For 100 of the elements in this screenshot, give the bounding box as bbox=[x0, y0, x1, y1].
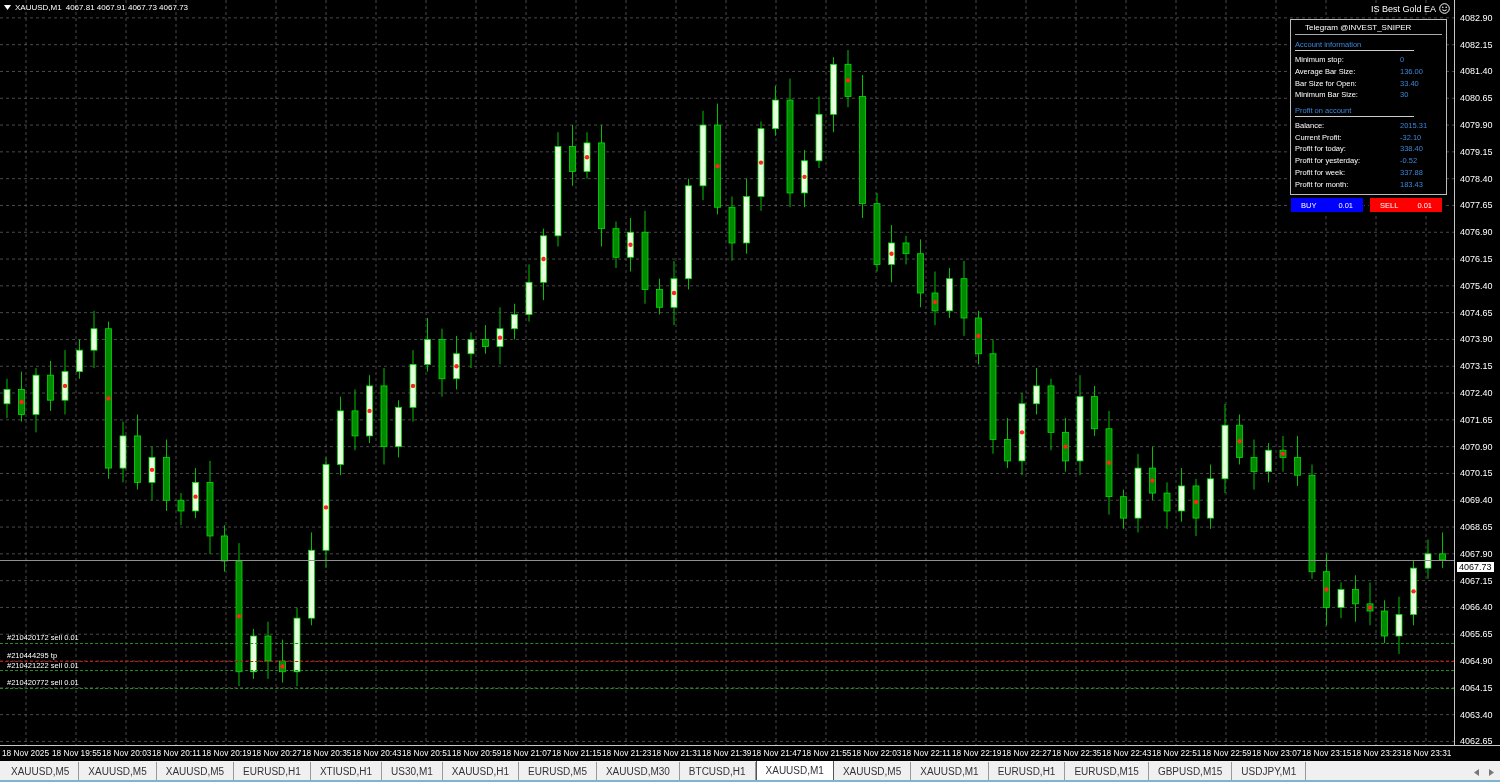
candle bbox=[612, 221, 620, 269]
time-label: 18 Nov 22:59 bbox=[1202, 748, 1252, 758]
time-label: 18 Nov 22:43 bbox=[1102, 748, 1152, 758]
price-label: 4066.40 bbox=[1460, 601, 1493, 614]
price-label: 4074.65 bbox=[1460, 306, 1493, 319]
candle bbox=[1163, 481, 1171, 530]
time-label: 18 Nov 21:23 bbox=[602, 748, 652, 758]
candle bbox=[119, 421, 127, 483]
candle bbox=[525, 263, 533, 323]
price-label: 4081.40 bbox=[1460, 65, 1493, 78]
price-label: 4078.40 bbox=[1460, 172, 1493, 185]
time-label: 18 Nov 19:55 bbox=[52, 748, 102, 758]
ohlc-values: 4067.81 4067.91 4067.73 4067.73 bbox=[65, 3, 189, 12]
candle bbox=[656, 278, 663, 315]
time-label: 18 Nov 21:55 bbox=[802, 748, 852, 758]
candle bbox=[1033, 367, 1040, 415]
price-label: 4067.15 bbox=[1460, 574, 1493, 587]
price-label: 4065.65 bbox=[1460, 628, 1493, 641]
price-label: 4076.90 bbox=[1460, 226, 1493, 239]
time-label: 18 Nov 21:07 bbox=[502, 748, 552, 758]
candle bbox=[1207, 464, 1214, 530]
expert-name: IS Best Gold EA bbox=[1370, 3, 1436, 14]
time-label: 18 Nov 21:31 bbox=[652, 748, 702, 758]
candle bbox=[627, 217, 634, 273]
time-label: 18 Nov 21:47 bbox=[752, 748, 802, 758]
candle bbox=[1250, 439, 1258, 490]
candle bbox=[902, 235, 910, 265]
candle bbox=[453, 335, 460, 390]
candle bbox=[467, 331, 475, 369]
candle bbox=[177, 492, 185, 526]
candle bbox=[61, 349, 69, 415]
candle bbox=[250, 628, 257, 680]
price-label: 4069.40 bbox=[1460, 494, 1493, 507]
time-label: 18 Nov 23:31 bbox=[1402, 748, 1452, 758]
candle bbox=[772, 85, 779, 137]
scroll-left-icon[interactable] bbox=[1474, 769, 1479, 776]
time-label: 18 Nov 2025 bbox=[2, 748, 50, 758]
current-price: 4067.73 bbox=[1457, 561, 1494, 572]
price-label: 4068.65 bbox=[1460, 521, 1493, 534]
candle bbox=[931, 271, 939, 326]
candle bbox=[366, 374, 373, 444]
price-label: 4072.40 bbox=[1460, 387, 1493, 400]
candle bbox=[1337, 581, 1345, 619]
panel-header: Telegram @INVEST_SNIPER bbox=[1295, 22, 1442, 35]
candle bbox=[47, 360, 54, 412]
price-label: 4073.15 bbox=[1460, 360, 1493, 373]
candle bbox=[670, 260, 678, 326]
price-label: 4079.15 bbox=[1460, 145, 1493, 158]
candle bbox=[192, 467, 199, 519]
price-label: 4063.40 bbox=[1460, 708, 1493, 721]
smiley-icon[interactable] bbox=[1439, 3, 1450, 14]
candle bbox=[844, 49, 852, 108]
time-label: 18 Nov 20:19 bbox=[202, 748, 252, 758]
candle bbox=[3, 378, 11, 419]
candle bbox=[221, 524, 228, 573]
price-label: 4062.65 bbox=[1460, 735, 1493, 748]
time-label: 18 Nov 23:07 bbox=[1252, 748, 1302, 758]
price-label: 4073.90 bbox=[1460, 333, 1493, 346]
candle bbox=[1366, 581, 1374, 626]
candle bbox=[18, 371, 25, 423]
dropdown-icon[interactable] bbox=[4, 5, 11, 10]
candle bbox=[511, 303, 518, 340]
time-label: 18 Nov 23:23 bbox=[1352, 748, 1402, 758]
time-label: 18 Nov 21:15 bbox=[552, 748, 602, 758]
time-label: 18 Nov 20:51 bbox=[402, 748, 452, 758]
time-label: 18 Nov 22:03 bbox=[852, 748, 902, 758]
time-label: 18 Nov 23:15 bbox=[1302, 748, 1352, 758]
candle bbox=[888, 224, 895, 283]
candle bbox=[264, 621, 272, 680]
price-label: 4076.15 bbox=[1460, 253, 1493, 266]
candle bbox=[975, 310, 982, 365]
candle bbox=[1236, 414, 1243, 465]
candle bbox=[583, 131, 591, 180]
candle bbox=[728, 196, 736, 262]
price-label: 4070.15 bbox=[1460, 467, 1493, 480]
price-label: 4080.65 bbox=[1460, 92, 1493, 105]
candle bbox=[1395, 596, 1403, 655]
candle bbox=[917, 238, 924, 308]
candle bbox=[1192, 478, 1200, 537]
time-label: 18 Nov 20:35 bbox=[302, 748, 352, 758]
candle bbox=[482, 324, 489, 355]
candle bbox=[1120, 489, 1127, 530]
candle bbox=[1381, 599, 1388, 644]
price-label: 4064.90 bbox=[1460, 655, 1493, 667]
candle bbox=[90, 310, 98, 369]
price-label: 4075.40 bbox=[1460, 279, 1493, 292]
scroll-right-icon[interactable] bbox=[1489, 769, 1494, 776]
candle bbox=[569, 124, 576, 187]
candle bbox=[1352, 574, 1359, 623]
candle bbox=[1439, 531, 1446, 569]
time-label: 18 Nov 21:39 bbox=[702, 748, 752, 758]
candle bbox=[1062, 417, 1069, 473]
candle bbox=[1178, 467, 1185, 523]
price-label: 4071.65 bbox=[1460, 413, 1493, 426]
candle bbox=[32, 367, 40, 433]
time-label: 18 Nov 20:59 bbox=[452, 748, 502, 758]
time-label: 18 Nov 22:27 bbox=[1002, 748, 1052, 758]
candle bbox=[946, 267, 953, 319]
candle bbox=[1410, 560, 1417, 626]
candle bbox=[801, 149, 808, 208]
